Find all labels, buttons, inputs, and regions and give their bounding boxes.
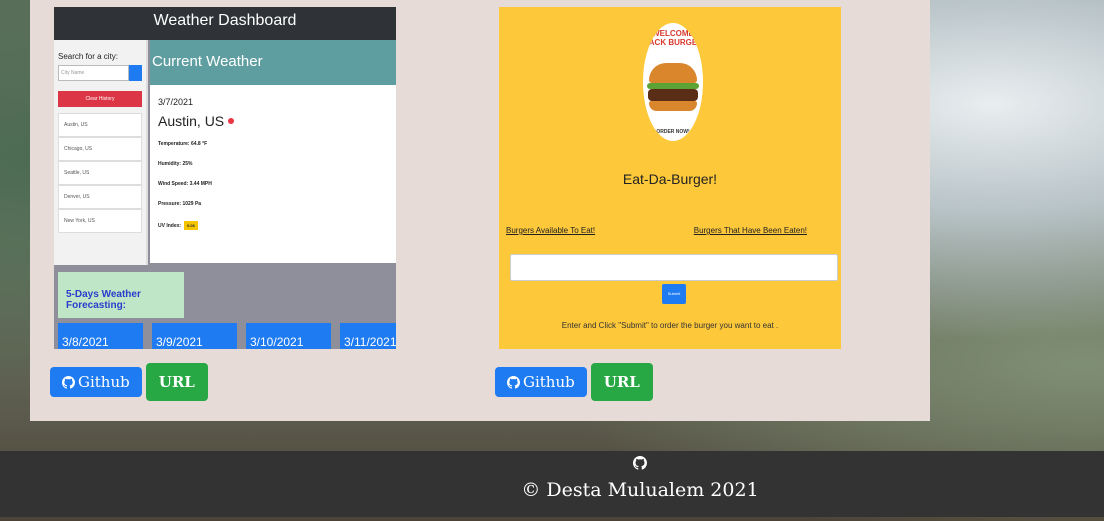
github-button-label: Github — [523, 373, 575, 391]
footer: © Desta Mulualem 2021 — [0, 451, 1104, 517]
burger-bun-icon — [649, 63, 697, 83]
thumb-weather-card: 3/7/2021 Austin, US Temperature: 64.8 °F… — [150, 85, 396, 263]
url-button[interactable]: URL — [145, 363, 208, 401]
github-button[interactable]: Github — [495, 367, 587, 397]
github-button[interactable]: Github — [50, 367, 142, 397]
project-thumbnail-burger[interactable]: WELCOME BACK BURGER ORDER NOW! Eat-Da-Bu… — [499, 7, 841, 349]
burger-patty — [648, 89, 698, 101]
thumb-forecast-day: 3/8/2021 — [58, 323, 143, 349]
thumb-clear-button: Clear History — [58, 91, 142, 107]
thumb-city-item: Denver, US — [58, 185, 142, 209]
thumb-search-label: Search for a city: — [58, 52, 119, 61]
project-card-burger: WELCOME BACK BURGER ORDER NOW! Eat-Da-Bu… — [495, 7, 841, 401]
burger-eaten-label: Burgers That Have Been Eaten! — [693, 226, 807, 235]
burger-input — [510, 254, 838, 281]
thumb-city-name: Austin, US — [158, 113, 225, 129]
thumb-search-icon — [129, 65, 142, 81]
thumb-uv-label: UV Index: — [158, 223, 182, 229]
thumb-city-item: Chicago, US — [58, 137, 142, 161]
thumb-forecast-day: 3/9/2021 — [152, 323, 237, 349]
burger-logo: WELCOME BACK BURGER ORDER NOW! — [643, 23, 703, 141]
thumb-wind: Wind Speed: 3.44 MPH — [158, 181, 212, 187]
thumb-uv-badge: 0.06 — [184, 221, 198, 230]
thumb-date: 3/7/2021 — [158, 97, 194, 107]
thumb-city-item: Seattle, US — [58, 161, 142, 185]
burger-hint: Enter and Click "Submit" to order the bu… — [561, 321, 779, 330]
project-thumbnail-weather[interactable]: Weather Dashboard Search for a city: Cit… — [54, 7, 396, 349]
thumb-forecast-days: 3/8/2021 3/9/2021 3/10/2021 3/11/2021 — [58, 323, 396, 349]
thumb-forecast-day: 3/10/2021 — [246, 323, 331, 349]
thumb-uv: UV Index: 0.06 — [158, 221, 388, 230]
thumb-title: Weather Dashboard — [54, 7, 396, 40]
thumb-pressure: Pressure: 1029 Pa — [158, 201, 202, 207]
thumb-city: Austin, US — [158, 113, 388, 129]
thumb-current-header: Current Weather — [150, 40, 396, 85]
project-links: Github URL — [495, 363, 653, 401]
thumb-humidity: Humidity: 25% — [158, 161, 193, 167]
project-links: Github URL — [50, 363, 208, 401]
thumb-search: City Name — [58, 65, 142, 81]
burger-bottom-bun — [649, 101, 697, 111]
thumb-search-input: City Name — [58, 65, 129, 81]
thumb-forecast-day: 3/11/2021 — [340, 323, 396, 349]
github-button-label: Github — [78, 373, 130, 391]
portfolio-panel: Weather Dashboard Search for a city: Cit… — [30, 0, 930, 421]
copyright-text: © Desta Mulualem 2021 — [521, 479, 759, 501]
thumb-city-item: Austin, US — [58, 113, 142, 137]
burger-available-label: Burgers Available To Eat! — [506, 226, 596, 235]
burger-submit-button: Submit — [662, 284, 686, 304]
project-card-weather: Weather Dashboard Search for a city: Cit… — [50, 7, 396, 401]
github-icon — [62, 375, 75, 389]
burger-title: Eat-Da-Burger! — [622, 171, 718, 187]
url-button[interactable]: URL — [590, 363, 653, 401]
thumb-forecast-label: 5-Days Weather Forecasting: — [58, 272, 184, 318]
github-icon — [507, 375, 520, 389]
burger-logo-text: WELCOME BACK BURGER — [643, 29, 703, 47]
burger-order-text: ORDER NOW! — [656, 129, 690, 135]
thumb-city-item: New York, US — [58, 209, 142, 233]
thumb-sidebar: Search for a city: City Name Clear Histo… — [54, 40, 148, 265]
github-icon[interactable] — [633, 456, 647, 470]
thumb-temperature: Temperature: 64.8 °F — [158, 141, 208, 147]
weather-icon — [228, 118, 235, 124]
